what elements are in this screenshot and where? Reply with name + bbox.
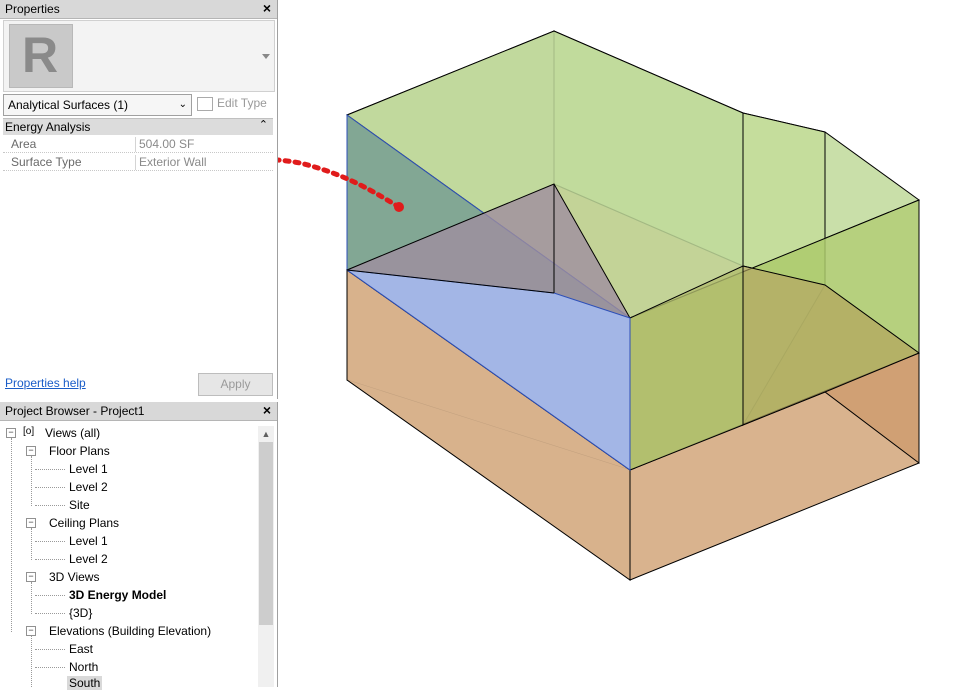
tree-guide — [35, 667, 65, 668]
tree-item-fp-level-2[interactable]: Level 2 — [69, 480, 108, 494]
browser-scrollbar[interactable]: ▲ — [258, 426, 274, 687]
edit-type-label: Edit Type — [217, 96, 267, 110]
property-value[interactable]: Exterior Wall — [135, 155, 207, 170]
tree-guide — [35, 559, 65, 560]
tree-item-east[interactable]: East — [69, 642, 93, 656]
type-selector-value: Analytical Surfaces (1) — [8, 98, 129, 112]
tree-guide — [31, 582, 32, 614]
tree-item-3d-default[interactable]: {3D} — [69, 606, 92, 620]
tree-guide — [35, 541, 65, 542]
revit-logo-icon: R — [9, 24, 73, 88]
tree-guide — [35, 487, 65, 488]
type-preview: R — [3, 20, 275, 92]
tree-item-cp-level-1[interactable]: Level 1 — [69, 534, 108, 548]
tree-item-3d-views[interactable]: 3D Views — [49, 570, 99, 584]
collapse-icon[interactable]: − — [6, 428, 16, 438]
scroll-up-icon[interactable]: ▲ — [258, 426, 274, 442]
collapse-icon[interactable]: − — [26, 518, 36, 528]
tree-guide — [35, 469, 65, 470]
project-browser-title: Project Browser - Project1 — [5, 404, 145, 418]
collapse-icon[interactable]: − — [26, 626, 36, 636]
type-selector-dropdown[interactable]: Analytical Surfaces (1) ⌄ — [3, 94, 192, 116]
property-value[interactable]: 504.00 SF — [135, 137, 194, 152]
properties-panel: Properties × R Analytical Surfaces (1) ⌄… — [0, 0, 278, 399]
group-header-label: Energy Analysis — [5, 120, 91, 134]
apply-button[interactable]: Apply — [198, 373, 273, 396]
tree-guide — [35, 613, 65, 614]
property-row-area[interactable]: Area 504.00 SF — [3, 135, 273, 153]
tree-guide — [31, 528, 32, 560]
arrow-origin-dot — [394, 202, 404, 212]
edit-type-button[interactable]: Edit Type — [197, 96, 267, 111]
tree-item-cp-level-2[interactable]: Level 2 — [69, 552, 108, 566]
project-browser-close-icon[interactable]: × — [263, 402, 271, 418]
property-row-surface-type[interactable]: Surface Type Exterior Wall — [3, 153, 273, 171]
properties-close-icon[interactable]: × — [263, 0, 271, 16]
properties-help-link[interactable]: Properties help — [5, 376, 86, 390]
group-header-energy-analysis[interactable]: Energy Analysis ⌃ — [3, 118, 273, 135]
chevron-down-icon[interactable] — [262, 54, 270, 59]
collapse-icon[interactable]: − — [26, 572, 36, 582]
tree-guide — [35, 649, 65, 650]
tree-item-views-all[interactable]: Views (all) — [45, 426, 100, 440]
tree-guide — [31, 636, 32, 687]
property-key: Surface Type — [11, 155, 82, 169]
tree-item-floor-plans[interactable]: Floor Plans — [49, 444, 110, 458]
tree-item-north[interactable]: North — [69, 660, 98, 674]
tree-guide — [31, 456, 32, 506]
tree-item-fp-site[interactable]: Site — [69, 498, 90, 512]
project-browser-panel: Project Browser - Project1 × — [0, 402, 278, 687]
tree-item-south[interactable]: South — [67, 676, 103, 690]
properties-title: Properties — [5, 2, 60, 16]
properties-titlebar: Properties × — [0, 0, 277, 19]
property-key: Area — [11, 137, 37, 151]
tree-guide — [35, 505, 65, 506]
tree-item-ceiling-plans[interactable]: Ceiling Plans — [49, 516, 119, 530]
tree-item-elevations[interactable]: Elevations (Building Elevation) — [49, 624, 211, 638]
scrollbar-thumb[interactable] — [259, 442, 273, 625]
collapse-icon[interactable]: − — [26, 446, 36, 456]
collapse-icon[interactable]: ⌃ — [259, 118, 268, 131]
tree-guide — [35, 595, 65, 596]
3d-energy-model-view[interactable] — [278, 0, 978, 687]
tree-item-3d-energy-model[interactable]: 3D Energy Model — [69, 588, 166, 602]
project-browser-titlebar: Project Browser - Project1 × — [0, 402, 277, 421]
tree-guide — [11, 438, 12, 632]
tree-item-fp-level-1[interactable]: Level 1 — [69, 462, 108, 476]
chevron-down-icon: ⌄ — [178, 99, 187, 110]
edit-type-icon — [197, 96, 213, 111]
views-icon: [o] — [23, 426, 35, 437]
